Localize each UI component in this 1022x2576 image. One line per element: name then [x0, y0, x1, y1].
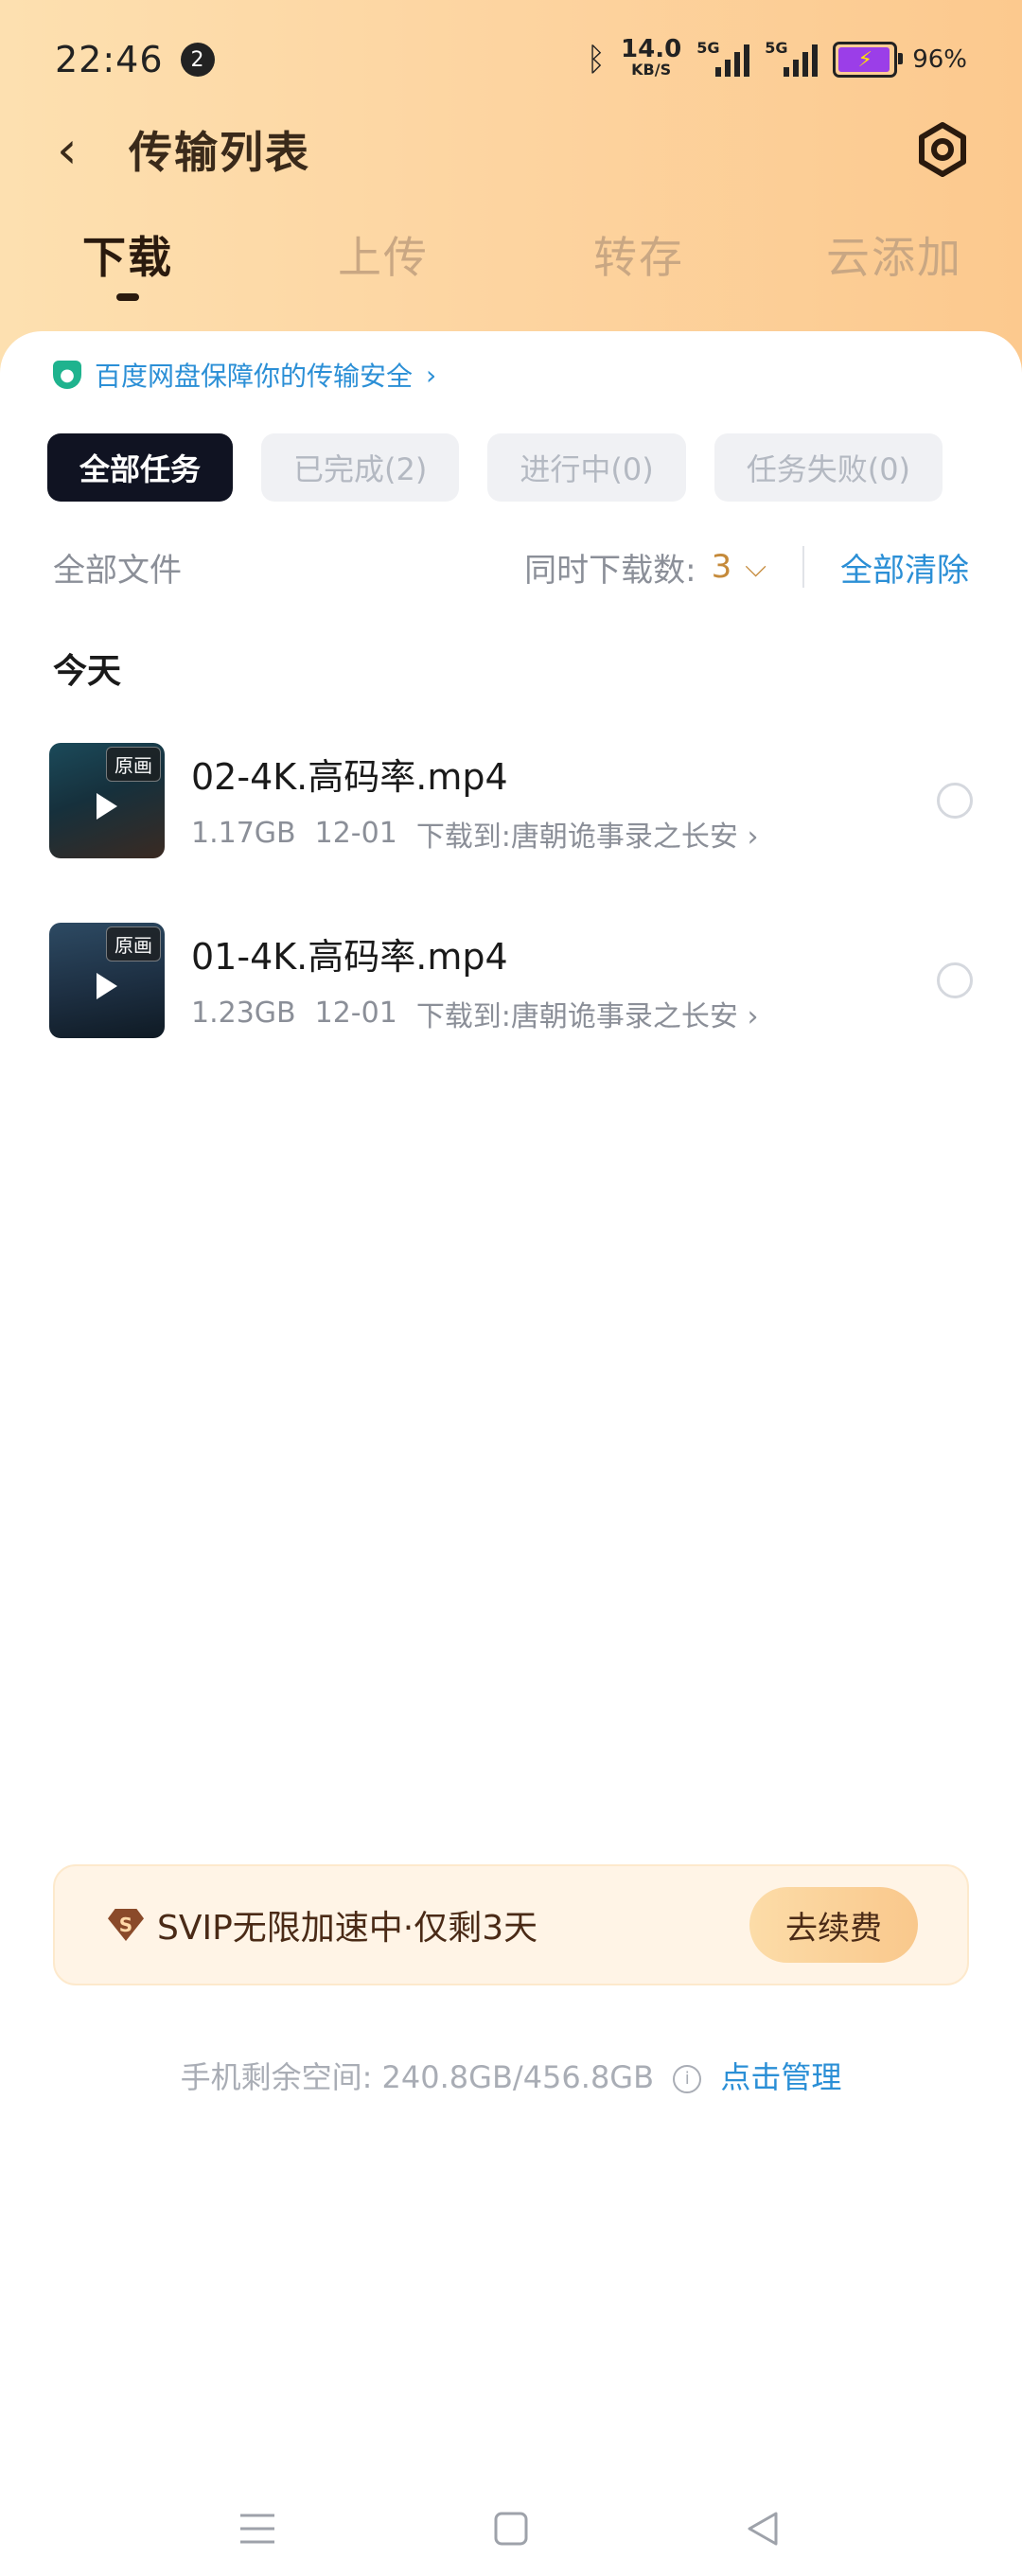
content-panel: ● 百度网盘保障你的传输安全 › 全部任务 已完成(2) 进行中(0) 任务失败…: [0, 331, 1022, 2546]
bluetooth-icon: ᛒ: [586, 41, 607, 79]
tab-download-label: 下载: [82, 232, 173, 283]
storage-info: 手机剩余空间: 240.8GB/456.8GB i 点击管理: [0, 2054, 1022, 2097]
security-notice-link[interactable]: ● 百度网盘保障你的传输安全 ›: [53, 356, 436, 394]
menu-icon[interactable]: [229, 2500, 286, 2557]
file-destination-link[interactable]: 下载到:唐朝诡事录之长安 ›: [416, 813, 759, 855]
play-icon: [97, 793, 117, 820]
video-thumbnail: 原画: [49, 923, 165, 1038]
divider: [802, 546, 804, 588]
file-destination: 下载到:唐朝诡事录之长安: [415, 820, 738, 854]
back-arrow-icon[interactable]: ‹: [57, 120, 114, 180]
transfer-tabs: 下载 上传 转存 云添加: [0, 223, 1022, 301]
file-date: 12-01: [314, 997, 397, 1030]
task-filter-chips: 全部任务 已完成(2) 进行中(0) 任务失败(0): [47, 433, 943, 502]
quality-badge: 原画: [106, 747, 161, 782]
section-title-today: 今天: [53, 652, 122, 691]
storage-value: 240.8GB/456.8GB: [381, 2059, 655, 2095]
select-radio[interactable]: [937, 962, 973, 998]
network-speed-unit: KB/S: [631, 61, 672, 79]
file-list-item[interactable]: 原画 02-4K.高码率.mp4 1.17GB 12-01 下载到:唐朝诡事录之…: [49, 742, 973, 859]
storage-label: 手机剩余空间:: [180, 2059, 373, 2095]
select-radio[interactable]: [937, 783, 973, 819]
filter-completed[interactable]: 已完成(2): [261, 433, 460, 502]
chevron-right-icon: ›: [747, 999, 759, 1033]
nav-bar: ‹ 传输列表: [57, 112, 977, 187]
quality-badge: 原画: [106, 926, 161, 962]
network-speed: 14.0 KB/S: [621, 35, 682, 80]
renew-button[interactable]: 去续费: [749, 1887, 918, 1963]
tab-upload[interactable]: 上传: [256, 223, 511, 299]
back-triangle-icon[interactable]: [734, 2500, 791, 2557]
tab-cloud-add-label: 云添加: [826, 232, 962, 283]
tab-upload-label: 上传: [338, 232, 429, 283]
security-notice-text: 百度网盘保障你的传输安全: [95, 361, 414, 392]
tab-cloud-add[interactable]: 云添加: [766, 223, 1022, 299]
signal-icon-2: 5G: [765, 39, 819, 77]
signal-2-label: 5G: [765, 39, 788, 57]
file-size: 1.17GB: [191, 817, 296, 850]
status-bar: 22:46 2 ᛒ 14.0 KB/S 5G 5G ⚡ 96%: [55, 36, 967, 83]
video-thumbnail: 原画: [49, 743, 165, 858]
file-meta: 1.23GB 12-01 下载到:唐朝诡事录之长安 ›: [191, 993, 758, 1034]
signal-1-label: 5G: [696, 39, 720, 57]
battery-percent: 96%: [912, 45, 967, 74]
file-destination-link[interactable]: 下载到:唐朝诡事录之长安 ›: [416, 993, 759, 1034]
filter-all-tasks[interactable]: 全部任务: [47, 433, 234, 502]
chevron-down-icon: ⌵: [745, 550, 766, 584]
svip-status-text: SVIP无限加速中·仅剩3天: [157, 1909, 538, 1948]
notification-count-badge: 2: [180, 43, 215, 77]
file-size: 1.23GB: [191, 997, 296, 1030]
status-time: 22:46: [55, 39, 164, 80]
tab-save-to-cloud[interactable]: 转存: [511, 223, 766, 299]
tab-save-label: 转存: [593, 232, 684, 283]
concurrent-value: 3: [711, 548, 732, 586]
list-options: 全部文件 同时下载数: 3 ⌵ 全部清除: [53, 541, 969, 592]
chevron-right-icon: ›: [747, 820, 759, 854]
tab-download[interactable]: 下载: [0, 223, 256, 301]
page-title: 传输列表: [129, 127, 310, 178]
svip-badge-icon: S: [108, 1909, 144, 1941]
concurrent-label: 同时下载数:: [524, 551, 696, 590]
network-speed-value: 14.0: [621, 35, 682, 63]
settings-gear-icon[interactable]: [908, 115, 977, 184]
file-meta: 1.17GB 12-01 下载到:唐朝诡事录之长安 ›: [191, 813, 758, 855]
filter-in-progress[interactable]: 进行中(0): [487, 433, 686, 502]
filter-failed[interactable]: 任务失败(0): [714, 433, 943, 502]
battery-icon: ⚡: [833, 42, 904, 78]
shield-icon: ●: [53, 361, 81, 389]
manage-storage-link[interactable]: 点击管理: [720, 2059, 841, 2095]
info-icon[interactable]: i: [673, 2065, 702, 2093]
svip-banner: S SVIP无限加速中·仅剩3天 去续费: [53, 1864, 969, 1985]
file-destination: 下载到:唐朝诡事录之长安: [415, 999, 738, 1033]
clear-all-button[interactable]: 全部清除: [840, 544, 969, 591]
chevron-right-icon: ›: [426, 359, 437, 391]
tab-active-indicator: [116, 293, 139, 301]
all-files-dropdown[interactable]: 全部文件: [53, 544, 182, 591]
home-square-icon[interactable]: [483, 2500, 539, 2557]
file-date: 12-01: [314, 817, 397, 850]
file-name: 02-4K.高码率.mp4: [191, 755, 508, 798]
file-list-item[interactable]: 原画 01-4K.高码率.mp4 1.23GB 12-01 下载到:唐朝诡事录之…: [49, 922, 973, 1039]
play-icon: [97, 973, 117, 1000]
signal-icon-1: 5G: [696, 39, 750, 77]
system-navigation-bar: [0, 2500, 1022, 2576]
file-name: 01-4K.高码率.mp4: [191, 935, 508, 978]
concurrent-downloads-selector[interactable]: 同时下载数: 3 ⌵: [524, 544, 766, 591]
